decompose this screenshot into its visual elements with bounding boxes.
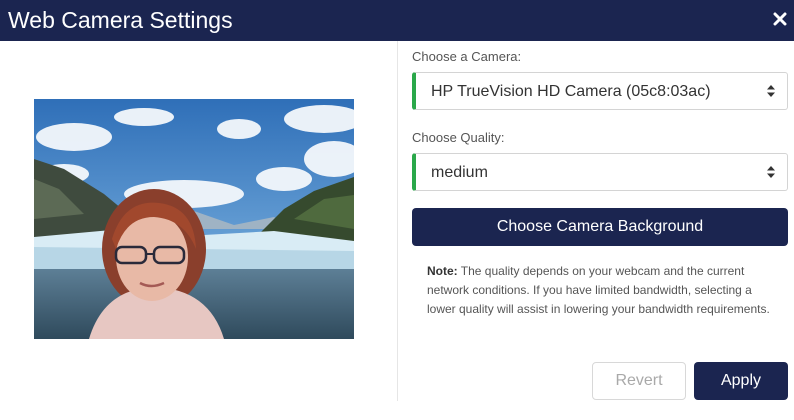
quality-note: Note: The quality depends on your webcam… [427,262,779,319]
note-text: The quality depends on your webcam and t… [427,264,770,316]
column-divider [397,41,398,401]
camera-select[interactable]: HP TrueVision HD Camera (05c8:03ac) [412,72,788,110]
dialog-titlebar: Web Camera Settings [0,0,794,41]
quality-select-value: medium [431,164,488,181]
apply-button[interactable]: Apply [694,362,788,400]
select-arrows-icon [766,84,776,98]
quality-label: Choose Quality: [412,130,505,145]
choose-background-button[interactable]: Choose Camera Background [412,208,788,246]
camera-select-value: HP TrueVision HD Camera (05c8:03ac) [431,83,711,100]
revert-button[interactable]: Revert [592,362,686,400]
select-arrows-icon [766,165,776,179]
dialog-title: Web Camera Settings [8,7,233,33]
close-icon[interactable] [773,12,787,26]
camera-preview [34,99,354,339]
camera-label: Choose a Camera: [412,49,522,64]
quality-select[interactable]: medium [412,153,788,191]
note-bold-label: Note: [427,264,458,278]
